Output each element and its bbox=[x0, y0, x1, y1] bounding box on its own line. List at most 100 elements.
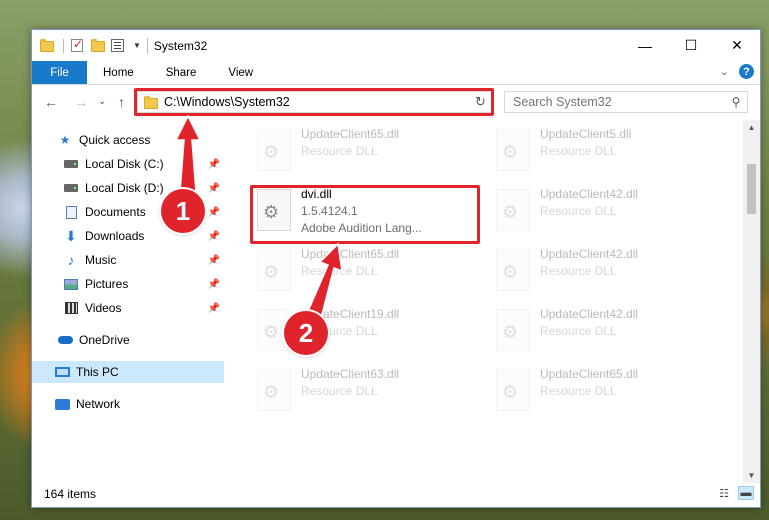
sidebar-item-videos[interactable]: Videos 📌 bbox=[32, 297, 224, 319]
address-bar[interactable]: C:\Windows\System32 ⌄ bbox=[137, 91, 489, 113]
file-name: UpdateClient65.dll bbox=[301, 247, 400, 261]
sidebar-item-label: Videos bbox=[85, 301, 122, 315]
file-version: 1.5.4124.1 bbox=[301, 204, 358, 218]
dll-file-icon: ⚙ bbox=[496, 309, 530, 351]
file-name: UpdateClient65.dll bbox=[301, 127, 400, 141]
file-explorer-window: ▼ System32 — ☐ ✕ File Home Share View ⌄ … bbox=[31, 29, 761, 508]
view-switcher: ☷ ▬ bbox=[716, 486, 754, 500]
pin-icon[interactable]: 📌 bbox=[204, 207, 224, 218]
close-button[interactable]: ✕ bbox=[714, 30, 760, 61]
sidebar-item-music[interactable]: ♪ Music 📌 bbox=[32, 249, 224, 271]
forward-button[interactable]: → bbox=[74, 94, 88, 110]
sidebar-item-label: OneDrive bbox=[79, 333, 130, 347]
scroll-down-icon[interactable]: ▼ bbox=[743, 471, 760, 480]
help-icon[interactable]: ? bbox=[739, 64, 754, 79]
file-type: Resource DLL bbox=[301, 384, 378, 398]
file-name: UpdateClient63.dll bbox=[301, 367, 400, 381]
this-pc-icon bbox=[54, 364, 70, 380]
file-item[interactable]: ⚙ UpdateClient65.dll Resource DLL bbox=[253, 126, 473, 176]
file-type: Resource DLL bbox=[540, 264, 617, 278]
network-icon bbox=[54, 396, 70, 412]
tab-file[interactable]: File bbox=[32, 61, 87, 84]
folder-icon[interactable] bbox=[40, 38, 56, 54]
pin-icon[interactable]: 📌 bbox=[204, 303, 224, 314]
sidebar-item-pictures[interactable]: Pictures 📌 bbox=[32, 273, 224, 295]
file-item[interactable]: ⚙ UpdateClient5.dll Resource DLL bbox=[492, 126, 712, 176]
minimize-button[interactable]: — bbox=[622, 30, 668, 61]
refresh-button[interactable]: ↻ bbox=[470, 91, 492, 113]
file-name: UpdateClient42.dll bbox=[540, 247, 639, 261]
onedrive-icon bbox=[57, 332, 73, 348]
file-name: UpdateClient5.dll bbox=[540, 127, 632, 141]
file-item-dvi-dll[interactable]: ⚙ dvi.dll 1.5.4124.1 Adobe Audition Lang… bbox=[253, 186, 473, 236]
chevron-down-icon[interactable]: ▼ bbox=[133, 41, 141, 50]
sidebar-item-label: Network bbox=[76, 397, 121, 411]
file-item[interactable]: ⚙ UpdateClient65.dll Resource DLL bbox=[492, 366, 712, 416]
details-view-icon[interactable]: ☷ bbox=[716, 486, 732, 500]
sidebar-item-onedrive[interactable]: OneDrive bbox=[32, 329, 224, 351]
pin-icon[interactable]: 📌 bbox=[204, 159, 224, 170]
sidebar-item-local-disk-c[interactable]: Local Disk (C:) 📌 bbox=[32, 153, 224, 175]
address-path[interactable]: C:\Windows\System32 bbox=[164, 95, 470, 109]
file-item[interactable]: ⚙ UpdateClient63.dll Resource DLL bbox=[253, 366, 473, 416]
dll-file-icon: ⚙ bbox=[257, 189, 291, 231]
star-icon: ★ bbox=[59, 133, 71, 147]
maximize-button[interactable]: ☐ bbox=[668, 30, 714, 61]
sidebar-item-label: Local Disk (C:) bbox=[85, 157, 164, 171]
item-count: 164 items bbox=[44, 487, 97, 501]
divider bbox=[63, 38, 64, 53]
search-icon[interactable]: ⚲ bbox=[725, 95, 747, 109]
file-type: Resource DLL bbox=[301, 264, 378, 278]
sidebar-item-network[interactable]: Network bbox=[32, 393, 224, 415]
dll-file-icon: ⚙ bbox=[496, 369, 530, 411]
dll-file-icon: ⚙ bbox=[496, 189, 530, 231]
window-controls: — ☐ ✕ bbox=[622, 30, 760, 61]
sidebar-item-this-pc[interactable]: This PC bbox=[32, 361, 224, 383]
properties-icon[interactable] bbox=[111, 38, 127, 54]
search-input[interactable] bbox=[513, 95, 725, 109]
pin-icon[interactable]: 📌 bbox=[204, 183, 224, 194]
ribbon-tabs: File Home Share View ⌄ ? bbox=[32, 61, 760, 85]
downloads-icon: ⬇ bbox=[65, 227, 77, 244]
sidebar-item-label: Quick access bbox=[79, 133, 151, 147]
file-name: UpdateClient42.dll bbox=[540, 187, 639, 201]
file-name: UpdateClient42.dll bbox=[540, 307, 639, 321]
file-item[interactable]: ⚙ UpdateClient42.dll Resource DLL bbox=[492, 306, 712, 356]
tab-home[interactable]: Home bbox=[87, 61, 150, 84]
pin-icon[interactable]: 📌 bbox=[204, 279, 224, 290]
large-icons-view-icon[interactable]: ▬ bbox=[738, 486, 754, 500]
recent-locations-button[interactable]: ⌄ bbox=[98, 96, 106, 107]
up-button[interactable]: ↑ bbox=[118, 94, 125, 110]
vertical-scrollbar[interactable]: ▲ ▼ bbox=[743, 120, 760, 483]
quick-access-toolbar: ▼ bbox=[40, 37, 141, 54]
dll-file-icon: ⚙ bbox=[257, 129, 291, 171]
tab-share[interactable]: Share bbox=[150, 61, 213, 84]
pin-icon[interactable]: 📌 bbox=[204, 231, 224, 242]
pin-icon[interactable]: 📌 bbox=[204, 255, 224, 266]
file-item[interactable]: ⚙ UpdateClient65.dll Resource DLL bbox=[253, 246, 473, 296]
tab-view[interactable]: View bbox=[212, 61, 269, 84]
sidebar-item-label: Pictures bbox=[85, 277, 129, 291]
new-folder-icon[interactable] bbox=[91, 38, 107, 54]
file-list: ⚙ UpdateClient65.dll Resource DLL ⚙ dvi.… bbox=[237, 122, 742, 482]
search-box[interactable]: ⚲ bbox=[504, 91, 748, 113]
file-item[interactable]: ⚙ UpdateClient42.dll Resource DLL bbox=[492, 186, 712, 236]
dll-file-icon: ⚙ bbox=[496, 129, 530, 171]
file-type: Resource DLL bbox=[540, 384, 617, 398]
file-item[interactable]: ⚙ UpdateClient42.dll Resource DLL bbox=[492, 246, 712, 296]
expand-ribbon-icon[interactable]: ⌄ bbox=[720, 65, 729, 78]
scroll-up-icon[interactable]: ▲ bbox=[743, 123, 760, 132]
file-type: Resource DLL bbox=[301, 144, 378, 158]
step-1-badge: 1 bbox=[161, 189, 205, 233]
sidebar-item-label: This PC bbox=[76, 365, 119, 379]
file-type: Resource DLL bbox=[540, 324, 617, 338]
documents-icon bbox=[63, 204, 79, 220]
window-title: System32 bbox=[153, 38, 208, 53]
back-button[interactable]: ← bbox=[44, 94, 58, 110]
scrollbar-thumb[interactable] bbox=[747, 164, 756, 214]
properties-check-icon[interactable] bbox=[71, 37, 87, 54]
sidebar-item-quick-access[interactable]: ★ Quick access bbox=[32, 129, 224, 151]
pictures-icon bbox=[63, 276, 79, 292]
divider bbox=[146, 37, 148, 54]
sidebar-item-label: Music bbox=[85, 253, 117, 267]
